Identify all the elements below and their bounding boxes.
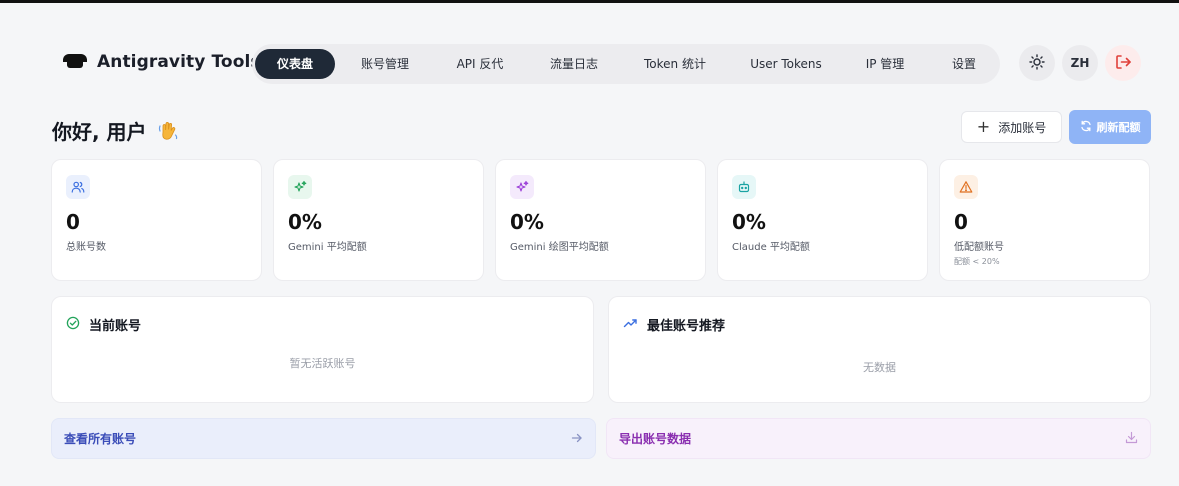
- greeting-text: 你好, 用户: [52, 120, 147, 144]
- stat-value: 0%: [288, 210, 322, 234]
- tab-accounts[interactable]: 账号管理: [345, 49, 425, 79]
- app-logo-icon: [63, 54, 87, 70]
- stat-card-gemini-image-quota: 0% Gemini 绘图平均配额: [495, 159, 706, 281]
- app-title: Antigravity Tools: [97, 52, 261, 72]
- tab-settings[interactable]: 设置: [936, 49, 992, 79]
- stat-sub-label: 配额 < 20%: [954, 257, 1000, 266]
- tab-user-tokens[interactable]: User Tokens: [740, 49, 832, 79]
- tab-ip-management[interactable]: IP 管理: [850, 49, 920, 79]
- tab-api-proxy[interactable]: API 反代: [440, 49, 520, 79]
- refresh-quota-button[interactable]: 刷新配额: [1069, 110, 1151, 144]
- stat-value: 0: [66, 210, 80, 234]
- stat-label: 总账号数: [66, 242, 106, 253]
- best-account-title: 最佳账号推荐: [647, 319, 726, 334]
- current-account-panel: 当前账号 暂无活跃账号: [51, 296, 594, 403]
- language-button[interactable]: ZH: [1062, 45, 1098, 81]
- logout-button[interactable]: [1105, 45, 1141, 81]
- tab-token-stats[interactable]: Token 统计: [632, 49, 718, 79]
- stat-label: Claude 平均配额: [732, 242, 810, 253]
- main-nav: 仪表盘 账号管理 API 反代 流量日志 Token 统计 User Token…: [252, 44, 1000, 84]
- app-header: Antigravity Tools 仪表盘 账号管理 API 反代 流量日志 T…: [0, 42, 1179, 88]
- stat-card-total-accounts: 0 总账号数: [51, 159, 262, 281]
- page-greeting: 你好, 用户: [52, 116, 179, 145]
- best-account-panel: 最佳账号推荐 无数据: [608, 296, 1151, 403]
- export-accounts-label: 导出账号数据: [619, 432, 692, 446]
- refresh-icon: [1080, 120, 1097, 135]
- no-active-account-text: 暂无活跃账号: [289, 357, 356, 370]
- tab-dashboard[interactable]: 仪表盘: [255, 49, 335, 79]
- arrow-right-icon: [571, 429, 583, 448]
- warning-icon: [954, 175, 978, 199]
- panel-title: 最佳账号推荐: [623, 315, 725, 334]
- no-data-text: 无数据: [863, 361, 896, 374]
- export-accounts-link[interactable]: 导出账号数据: [606, 418, 1151, 459]
- current-account-title: 当前账号: [89, 319, 142, 334]
- stat-label: Gemini 绘图平均配额: [510, 242, 609, 253]
- trending-up-icon: [623, 316, 647, 334]
- brand[interactable]: Antigravity Tools: [63, 52, 261, 72]
- panel-title: 当前账号: [66, 315, 141, 334]
- sparkles-icon: [288, 175, 312, 199]
- stat-value: 0%: [510, 210, 544, 234]
- stat-card-gemini-quota: 0% Gemini 平均配额: [273, 159, 484, 281]
- stat-value: 0%: [732, 210, 766, 234]
- check-circle-icon: [66, 316, 89, 334]
- theme-toggle-button[interactable]: [1019, 45, 1055, 81]
- sparkles-icon: [510, 175, 534, 199]
- window-top-border: [0, 0, 1179, 3]
- add-account-label: 添加账号: [998, 120, 1047, 135]
- users-icon: [66, 175, 90, 199]
- view-all-accounts-label: 查看所有账号: [64, 432, 137, 446]
- plus-icon: +: [976, 117, 991, 136]
- stat-card-low-quota: 0 低配额账号 配额 < 20%: [939, 159, 1150, 281]
- logout-icon: [1115, 54, 1132, 73]
- sun-icon: [1029, 53, 1045, 73]
- refresh-quota-label: 刷新配额: [1096, 121, 1141, 134]
- download-icon: [1125, 429, 1138, 448]
- stat-label: 低配额账号: [954, 242, 1004, 253]
- bot-icon: [732, 175, 756, 199]
- stat-card-claude-quota: 0% Claude 平均配额: [717, 159, 928, 281]
- tab-traffic-logs[interactable]: 流量日志: [534, 49, 614, 79]
- view-all-accounts-link[interactable]: 查看所有账号: [51, 418, 596, 459]
- add-account-button[interactable]: + 添加账号: [961, 111, 1062, 143]
- stat-value: 0: [954, 210, 968, 234]
- stat-label: Gemini 平均配额: [288, 242, 367, 253]
- waving-hand-icon: [157, 120, 179, 142]
